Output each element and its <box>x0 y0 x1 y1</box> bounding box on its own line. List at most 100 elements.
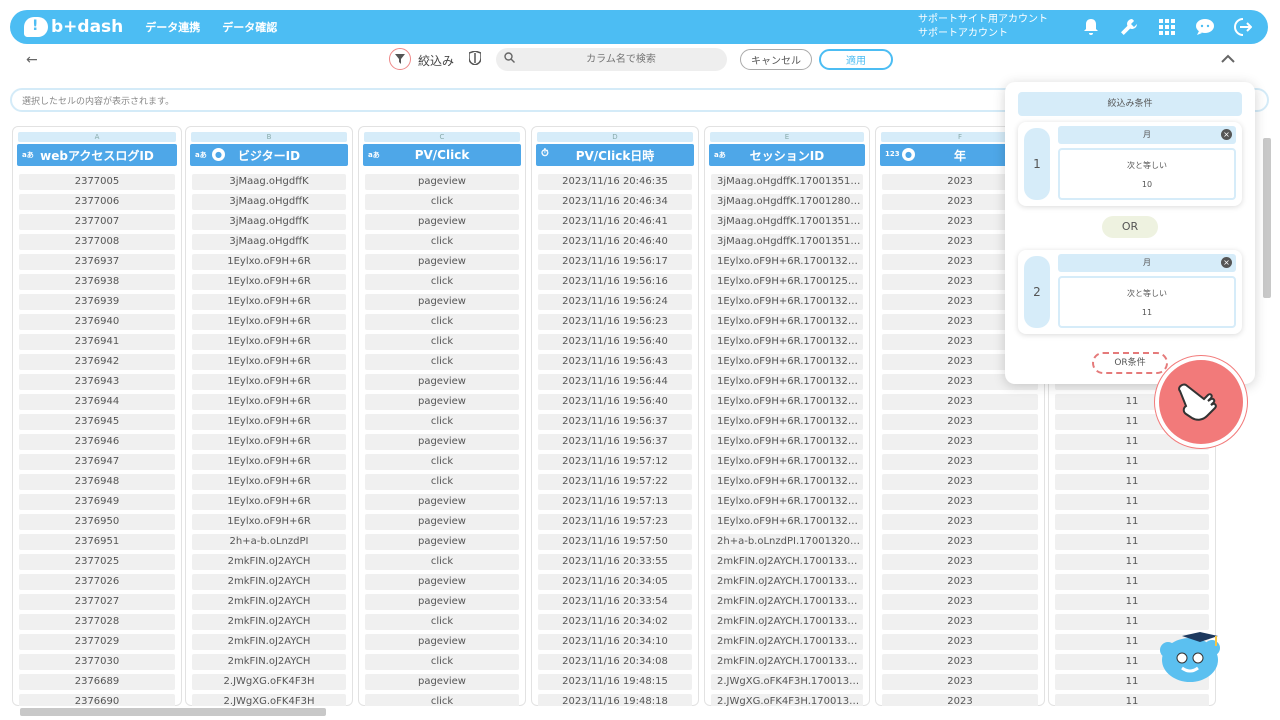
chat-icon[interactable] <box>1194 14 1216 40</box>
table-cell[interactable]: 2023 <box>882 534 1038 550</box>
table-cell[interactable]: 1Eylxo.oF9H+6R.170013217... <box>711 254 863 270</box>
table-cell[interactable]: 2376690 <box>19 694 175 706</box>
table-cell[interactable]: 2023/11/16 19:57:22 <box>538 474 692 490</box>
table-cell[interactable]: 2023 <box>882 554 1038 570</box>
table-cell[interactable]: 2377007 <box>19 214 175 230</box>
table-cell[interactable]: pageview <box>365 174 519 190</box>
logo[interactable]: b+dash <box>24 17 123 37</box>
table-cell[interactable]: 2023/11/16 20:46:40 <box>538 234 692 250</box>
table-cell[interactable]: 2h+a-b.oLnzdPI.170013208... <box>711 534 863 550</box>
column-header[interactable]: aあ PV/Click <box>363 144 521 166</box>
table-cell[interactable]: 3jMaag.oHgdffK.170013519... <box>711 214 863 230</box>
table-cell[interactable]: 2023/11/16 19:56:44 <box>538 374 692 390</box>
table-cell[interactable]: 2376937 <box>19 254 175 270</box>
nav-data-check[interactable]: データ確認 <box>222 19 277 35</box>
table-cell[interactable]: 2.JWgXG.oFK4F3H <box>192 674 346 690</box>
table-cell[interactable]: click <box>365 314 519 330</box>
table-cell[interactable]: 2mkFIN.oJ2AYCH <box>192 614 346 630</box>
horizontal-scrollbar[interactable] <box>10 706 1262 718</box>
column-header[interactable]: aあ ● ビジターID <box>190 144 348 166</box>
table-cell[interactable]: 2mkFIN.oJ2AYCH.170013355... <box>711 574 863 590</box>
table-cell[interactable]: pageview <box>365 214 519 230</box>
filter-icon[interactable] <box>389 48 411 70</box>
table-cell[interactable]: 2023/11/16 19:56:40 <box>538 334 692 350</box>
table-cell[interactable]: 1Eylxo.oF9H+6R <box>192 274 346 290</box>
nav-data-link[interactable]: データ連携 <box>145 19 200 35</box>
table-cell[interactable]: 2023 <box>882 414 1038 430</box>
condition-detail[interactable]: 次と等しい 10 <box>1058 148 1236 200</box>
column-header[interactable]: aあ セッションID <box>709 144 865 166</box>
table-cell[interactable]: 2023 <box>882 434 1038 450</box>
column-header[interactable]: aあ webアクセスログID <box>17 144 177 166</box>
table-cell[interactable]: pageview <box>365 374 519 390</box>
table-cell[interactable]: 2376946 <box>19 434 175 450</box>
table-cell[interactable]: 2023/11/16 20:46:41 <box>538 214 692 230</box>
table-cell[interactable]: 2mkFIN.oJ2AYCH <box>192 654 346 670</box>
table-cell[interactable]: 2377006 <box>19 194 175 210</box>
table-cell[interactable]: 11 <box>1055 574 1209 590</box>
bell-icon[interactable] <box>1080 14 1102 40</box>
condition-card[interactable]: 1 月 × 次と等しい 10 <box>1018 122 1242 206</box>
table-cell[interactable]: 2023/11/16 19:56:37 <box>538 434 692 450</box>
table-cell[interactable]: 2023 <box>882 594 1038 610</box>
table-cell[interactable]: 2023/11/16 19:57:50 <box>538 534 692 550</box>
table-cell[interactable]: 2023/11/16 20:34:02 <box>538 614 692 630</box>
table-cell[interactable]: 1Eylxo.oF9H+6R.170013217... <box>711 314 863 330</box>
table-cell[interactable]: 2376951 <box>19 534 175 550</box>
table-cell[interactable]: 2023 <box>882 694 1038 706</box>
table-cell[interactable]: 2mkFIN.oJ2AYCH <box>192 594 346 610</box>
apply-button[interactable]: 適用 <box>819 49 893 70</box>
table-cell[interactable]: 2377026 <box>19 574 175 590</box>
table-cell[interactable]: 1Eylxo.oF9H+6R.170013217... <box>711 354 863 370</box>
table-cell[interactable]: 3jMaag.oHgdffK.170013519... <box>711 234 863 250</box>
table-cell[interactable]: click <box>365 334 519 350</box>
table-cell[interactable]: 2376950 <box>19 514 175 530</box>
table-cell[interactable]: click <box>365 654 519 670</box>
condition-card[interactable]: 2 月 × 次と等しい 11 <box>1018 250 1242 334</box>
table-cell[interactable]: 2376944 <box>19 394 175 410</box>
table-cell[interactable]: 1Eylxo.oF9H+6R <box>192 294 346 310</box>
table-cell[interactable]: click <box>365 274 519 290</box>
table-cell[interactable]: 1Eylxo.oF9H+6R.170013217... <box>711 494 863 510</box>
horizontal-scroll-thumb[interactable] <box>20 708 326 716</box>
table-cell[interactable]: 3jMaag.oHgdffK <box>192 214 346 230</box>
vertical-scrollbar[interactable] <box>1262 128 1272 708</box>
account-info[interactable]: サポートサイト用アカウント サポートアカウント <box>918 13 1048 41</box>
table-cell[interactable]: 2023 <box>882 634 1038 650</box>
table-cell[interactable]: 2.JWgXG.oFK4F3H <box>192 694 346 706</box>
table-cell[interactable]: 3jMaag.oHgdffK <box>192 174 346 190</box>
table-cell[interactable]: pageview <box>365 574 519 590</box>
table-cell[interactable]: 2023 <box>882 654 1038 670</box>
table-cell[interactable]: 2023/11/16 19:56:43 <box>538 354 692 370</box>
table-cell[interactable]: 1Eylxo.oF9H+6R <box>192 474 346 490</box>
table-cell[interactable]: 1Eylxo.oF9H+6R <box>192 434 346 450</box>
table-cell[interactable]: 2023 <box>882 514 1038 530</box>
table-cell[interactable]: pageview <box>365 674 519 690</box>
table-cell[interactable]: 2023 <box>882 494 1038 510</box>
table-cell[interactable]: 2376945 <box>19 414 175 430</box>
table-cell[interactable]: 2376940 <box>19 314 175 330</box>
table-cell[interactable]: 2023/11/16 19:57:12 <box>538 454 692 470</box>
table-cell[interactable]: 1Eylxo.oF9H+6R.170013217... <box>711 394 863 410</box>
table-cell[interactable]: 3jMaag.oHgdffK.170012801... <box>711 194 863 210</box>
table-cell[interactable]: pageview <box>365 634 519 650</box>
cancel-button[interactable]: キャンセル <box>740 49 812 70</box>
table-cell[interactable]: 2023/11/16 19:56:16 <box>538 274 692 290</box>
table-cell[interactable]: 2mkFIN.oJ2AYCH.170013355... <box>711 594 863 610</box>
table-cell[interactable]: 3jMaag.oHgdffK.170013519... <box>711 174 863 190</box>
table-cell[interactable]: click <box>365 614 519 630</box>
table-cell[interactable]: pageview <box>365 494 519 510</box>
remove-condition-icon[interactable]: × <box>1221 257 1232 268</box>
search-input[interactable] <box>526 50 716 69</box>
table-cell[interactable]: 1Eylxo.oF9H+6R <box>192 494 346 510</box>
table-cell[interactable]: 2023/11/16 19:56:37 <box>538 414 692 430</box>
table-cell[interactable]: 11 <box>1055 494 1209 510</box>
table-cell[interactable]: 2023/11/16 20:33:55 <box>538 554 692 570</box>
table-cell[interactable]: 1Eylxo.oF9H+6R.170013217... <box>711 374 863 390</box>
table-cell[interactable]: pageview <box>365 534 519 550</box>
logout-icon[interactable] <box>1232 14 1254 40</box>
remove-condition-icon[interactable]: × <box>1221 129 1232 140</box>
column-letter[interactable]: E <box>710 132 864 142</box>
table-cell[interactable]: 1Eylxo.oF9H+6R <box>192 374 346 390</box>
table-cell[interactable]: 11 <box>1055 694 1209 706</box>
